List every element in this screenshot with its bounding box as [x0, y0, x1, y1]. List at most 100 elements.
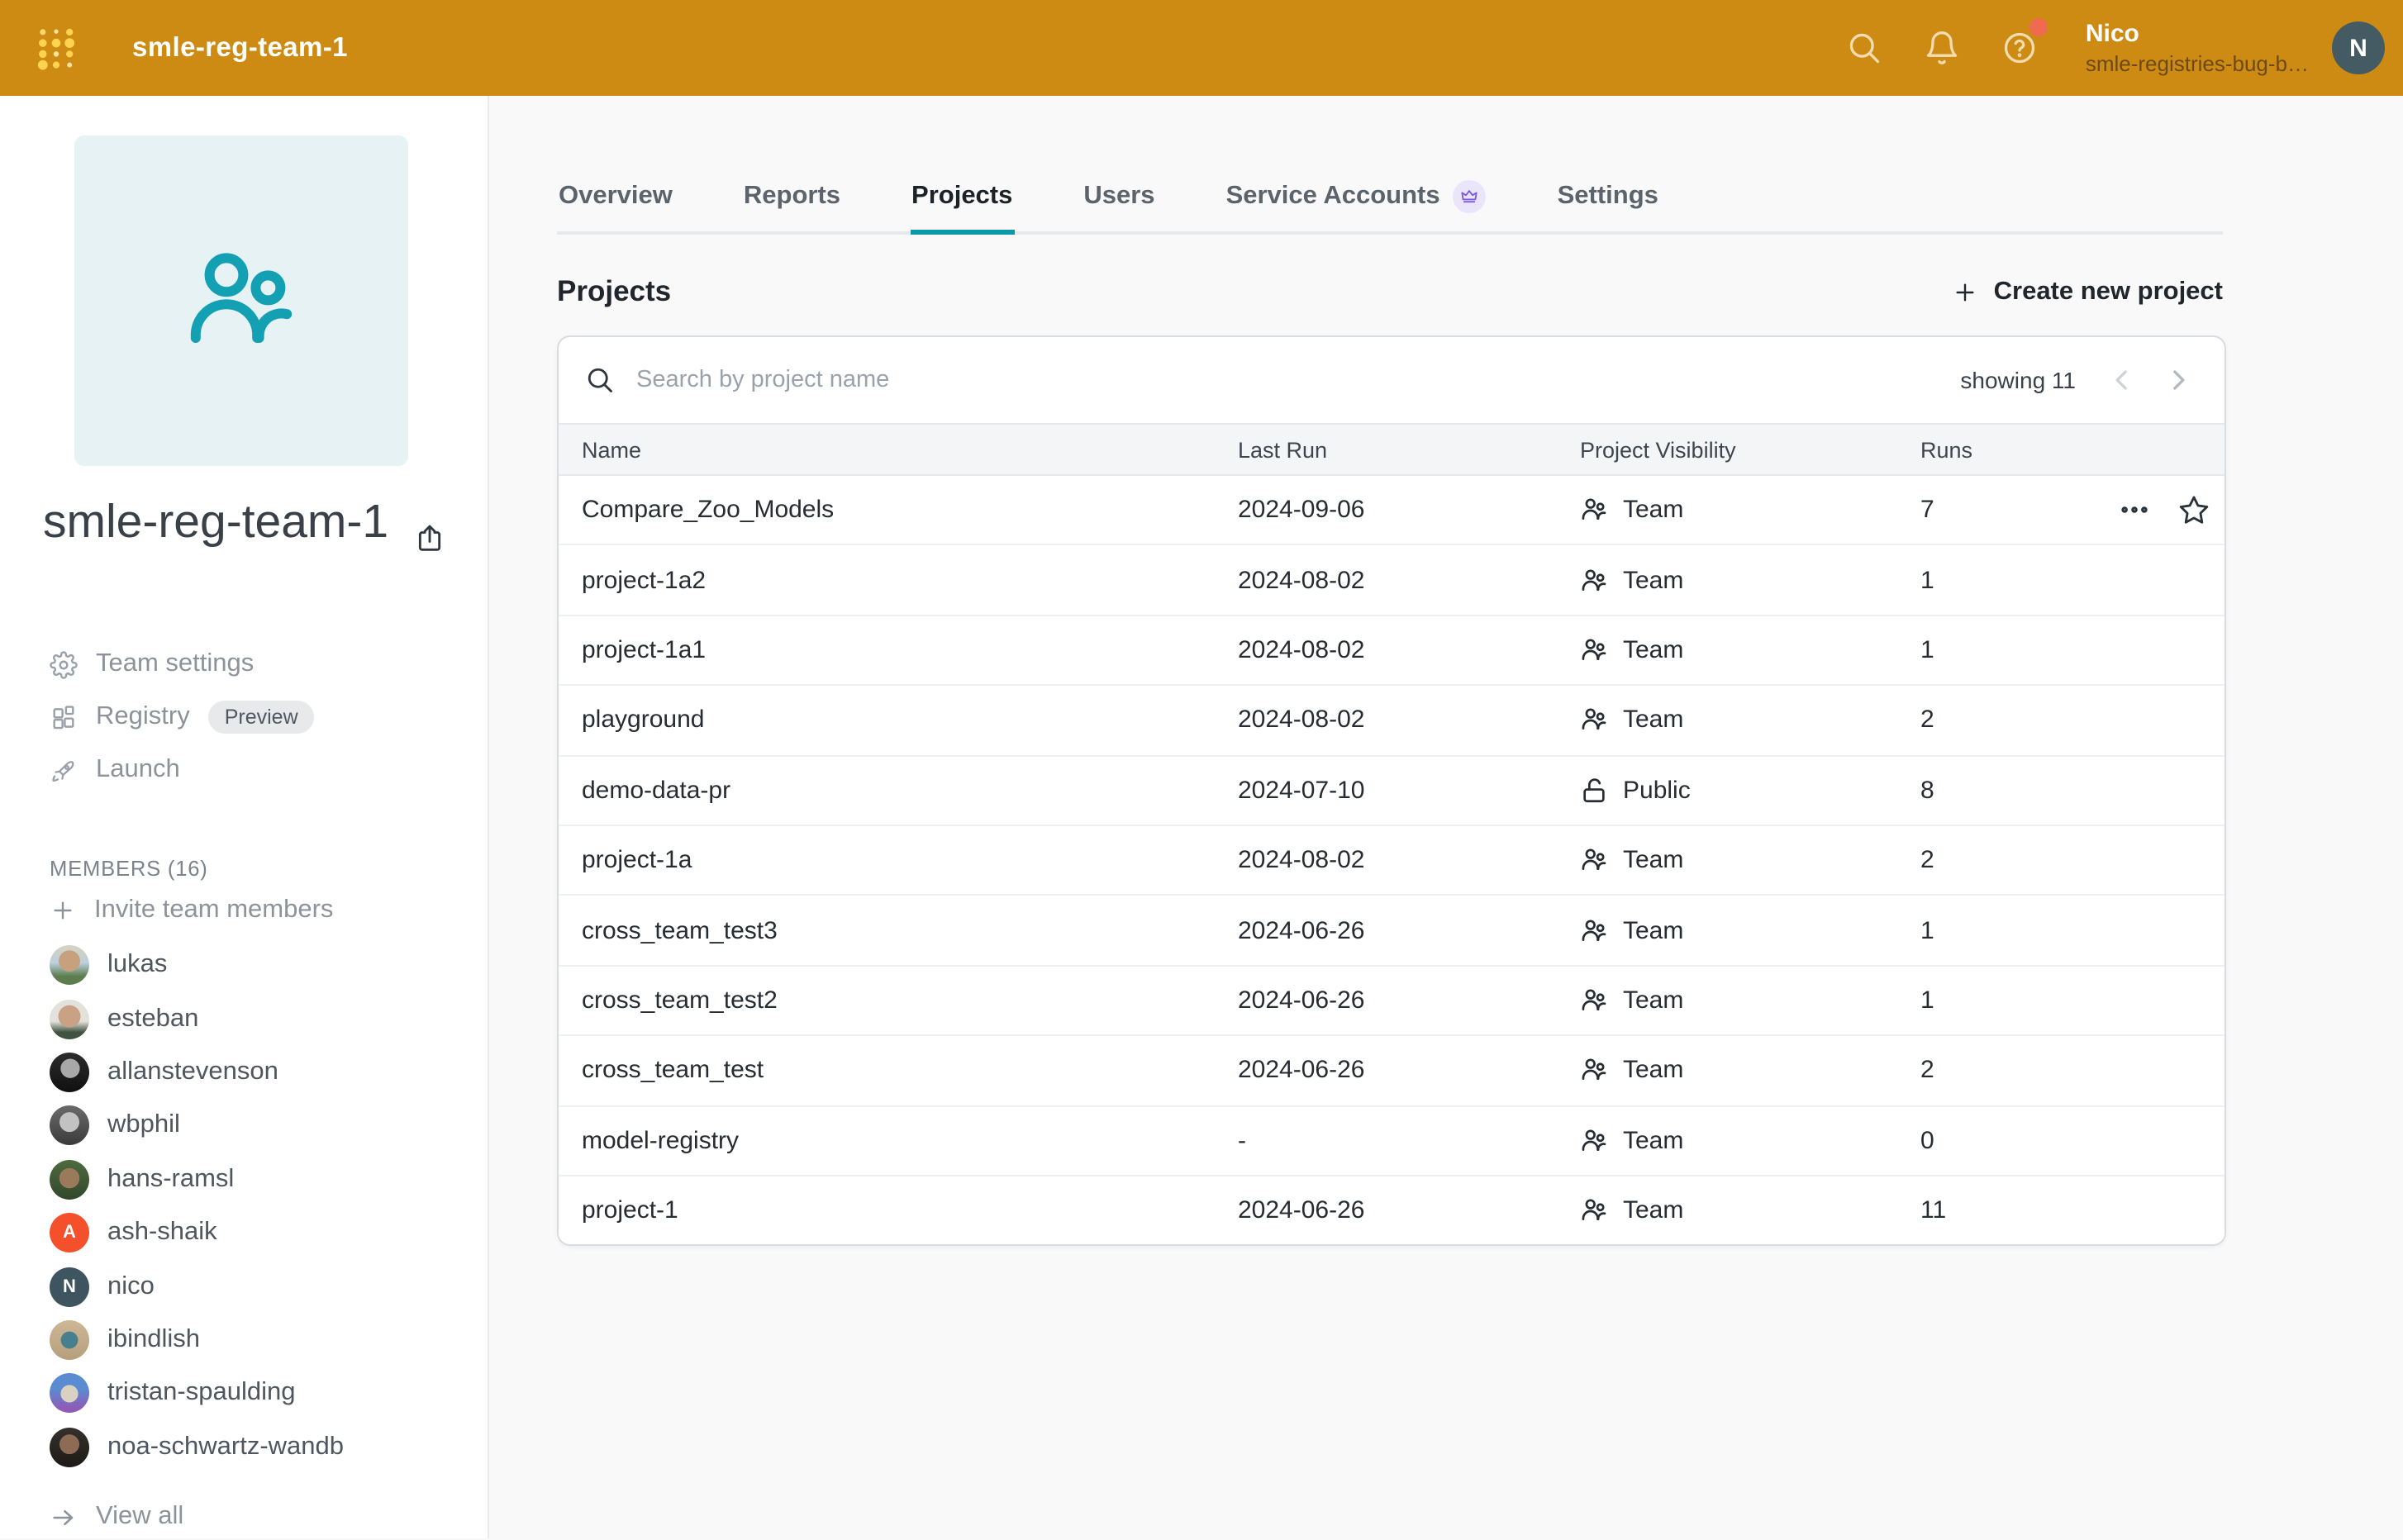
table-row[interactable]: model-registry-Team0 — [559, 1106, 2225, 1176]
project-visibility: Team — [1580, 706, 1920, 734]
table-row[interactable]: project-1a2024-08-02Team2 — [559, 826, 2225, 896]
members-header: MEMBERS (16) — [50, 856, 208, 881]
user-menu[interactable]: Nico smle-registries-bug-b… — [2086, 18, 2309, 78]
tab-service-accounts[interactable]: Service Accounts — [1225, 160, 1488, 231]
team-title: smle-reg-team-1 — [43, 489, 393, 555]
sidebar-item-launch[interactable]: Launch — [50, 744, 315, 796]
tab-bar: Overview Reports Projects Users Service Acco… — [557, 160, 2223, 235]
app-root: smle-reg-team-1 — [0, 0, 2403, 1538]
project-last-run: 2024-08-02 — [1238, 706, 1580, 734]
search-icon — [1847, 30, 1883, 66]
tab-label: Overview — [559, 181, 673, 211]
help-icon — [2002, 30, 2039, 66]
avatar: A — [50, 1213, 89, 1252]
avatar — [50, 1160, 89, 1200]
sidebar-item-registry[interactable]: Registry Preview — [50, 691, 315, 744]
avatar — [50, 1427, 89, 1466]
tab-reports[interactable]: Reports — [742, 160, 842, 231]
table-row[interactable]: Compare_Zoo_Models2024-09-06Team7 — [559, 476, 2225, 546]
project-last-run: 2024-09-06 — [1238, 496, 1580, 524]
member-name: esteban — [107, 1004, 198, 1034]
table-row[interactable]: demo-data-pr2024-07-10Public8 — [559, 756, 2225, 826]
project-last-run: - — [1238, 1126, 1580, 1154]
team-icon — [1580, 706, 1608, 734]
project-last-run: 2024-08-02 — [1238, 846, 1580, 874]
tab-users[interactable]: Users — [1082, 160, 1156, 231]
member-item-nico[interactable]: Nnico — [50, 1260, 344, 1314]
team-icon — [1580, 636, 1608, 664]
table-row[interactable]: playground2024-08-02Team2 — [559, 686, 2225, 756]
chevron-right-icon[interactable] — [2162, 364, 2195, 397]
sidebar-item-team-settings[interactable]: Team settings — [50, 638, 315, 691]
project-name: project-1a — [582, 846, 1238, 874]
member-item-lukas[interactable]: lukas — [50, 939, 344, 992]
share-icon[interactable] — [413, 522, 446, 555]
project-name: demo-data-pr — [582, 777, 1238, 805]
chevron-left-icon[interactable] — [2106, 364, 2139, 397]
table-row[interactable]: project-1a12024-08-02Team1 — [559, 616, 2225, 687]
team-icon — [1580, 846, 1608, 874]
team-icon — [1580, 916, 1608, 944]
tab-projects[interactable]: Projects — [910, 160, 1014, 231]
invite-team-members-button[interactable]: Invite team members — [50, 886, 333, 935]
table-row[interactable]: project-12024-06-26Team11 — [559, 1176, 2225, 1245]
row-actions — [2119, 494, 2226, 525]
project-runs-count: 7 — [1920, 496, 2119, 524]
visibility-label: Team — [1623, 1126, 1683, 1154]
project-last-run: 2024-08-02 — [1238, 636, 1580, 664]
notification-dot — [2029, 18, 2048, 36]
member-item-noa-schwartz-wandb[interactable]: noa-schwartz-wandb — [50, 1420, 344, 1474]
wandb-logo-icon[interactable] — [35, 25, 78, 71]
preview-badge: Preview — [208, 701, 315, 734]
visibility-label: Team — [1623, 1057, 1683, 1085]
project-name: cross_team_test — [582, 1057, 1238, 1085]
view-all-label: View all — [96, 1502, 183, 1532]
member-item-hans-ramsl[interactable]: hans-ramsl — [50, 1153, 344, 1206]
project-visibility: Team — [1580, 636, 1920, 664]
table-row[interactable]: project-1a22024-08-02Team1 — [559, 546, 2225, 616]
member-item-ash-shaik[interactable]: Aash-shaik — [50, 1206, 344, 1260]
member-item-wbphil[interactable]: wbphil — [50, 1099, 344, 1153]
team-icon — [1580, 1057, 1608, 1085]
member-name: wbphil — [107, 1111, 180, 1141]
sidebar-item-label: Registry — [96, 702, 190, 732]
project-visibility: Team — [1580, 986, 1920, 1015]
more-options-icon[interactable] — [2119, 494, 2150, 525]
plus-icon — [1953, 278, 1979, 305]
project-visibility: Public — [1580, 777, 1920, 805]
visibility-label: Public — [1623, 777, 1691, 805]
project-visibility: Team — [1580, 916, 1920, 944]
member-item-ibindlish[interactable]: ibindlish — [50, 1313, 344, 1367]
search-button[interactable] — [1826, 0, 1904, 96]
visibility-label: Team — [1623, 846, 1683, 874]
member-item-allanstevenson[interactable]: allanstevenson — [50, 1046, 344, 1100]
table-row[interactable]: cross_team_test2024-06-26Team2 — [559, 1036, 2225, 1106]
star-icon[interactable] — [2178, 494, 2210, 525]
tab-label: Projects — [911, 181, 1012, 211]
project-name: project-1a1 — [582, 636, 1238, 664]
help-button[interactable] — [1982, 0, 2059, 96]
member-name: ash-shaik — [107, 1218, 217, 1248]
arrow-right-icon — [50, 1503, 78, 1531]
table-row[interactable]: cross_team_test32024-06-26Team1 — [559, 896, 2225, 967]
column-header-name: Name — [582, 437, 1238, 462]
member-name: nico — [107, 1271, 155, 1301]
top-nav-bar: smle-reg-team-1 — [0, 0, 2403, 96]
create-new-project-button[interactable]: Create new project — [1953, 277, 2223, 307]
tab-overview[interactable]: Overview — [557, 160, 674, 231]
avatar — [50, 1320, 89, 1360]
avatar[interactable]: N — [2332, 21, 2385, 74]
tab-settings[interactable]: Settings — [1556, 160, 1660, 231]
visibility-label: Team — [1623, 986, 1683, 1015]
member-item-tristan-spaulding[interactable]: tristan-spaulding — [50, 1367, 344, 1420]
project-runs-count: 1 — [1920, 916, 2119, 944]
project-name: project-1a2 — [582, 566, 1238, 594]
table-row[interactable]: cross_team_test22024-06-26Team1 — [559, 966, 2225, 1036]
notifications-button[interactable] — [1904, 0, 1982, 96]
project-last-run: 2024-07-10 — [1238, 777, 1580, 805]
search-input[interactable] — [633, 365, 1960, 395]
project-runs-count: 11 — [1920, 1196, 2119, 1224]
view-all-members[interactable]: View all — [50, 1494, 183, 1540]
project-runs-count: 1 — [1920, 636, 2119, 664]
member-item-esteban[interactable]: esteban — [50, 992, 344, 1046]
